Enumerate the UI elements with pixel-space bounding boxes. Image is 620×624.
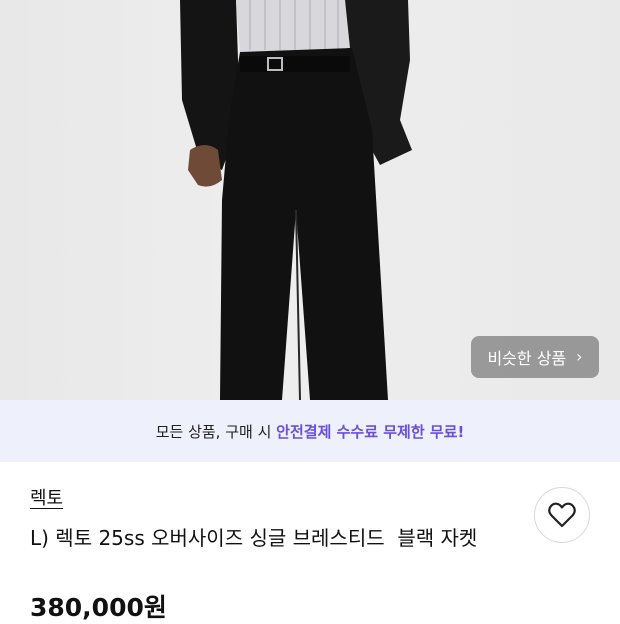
safe-payment-banner[interactable]: 모든 상품, 구매 시 안전결제 수수료 무제한 무료! <box>0 400 620 462</box>
banner-highlight: 안전결제 수수료 무제한 무료! <box>276 422 465 441</box>
brand-link[interactable]: 렉토 <box>30 484 63 510</box>
product-price: 380,000원 <box>30 593 167 622</box>
like-button[interactable] <box>534 487 590 543</box>
heart-icon <box>548 502 576 528</box>
similar-products-label: 비슷한 상품 <box>487 349 567 368</box>
product-title: L) 렉토 25ss 오버사이즈 싱글 브레스티드 블랙 자켓 <box>30 526 478 550</box>
product-photo[interactable]: 비슷한 상품 › <box>0 0 620 400</box>
chevron-right-icon: › <box>576 347 583 366</box>
similar-products-button[interactable]: 비슷한 상품 › <box>471 336 599 378</box>
banner-text: 모든 상품, 구매 시 <box>155 422 277 441</box>
